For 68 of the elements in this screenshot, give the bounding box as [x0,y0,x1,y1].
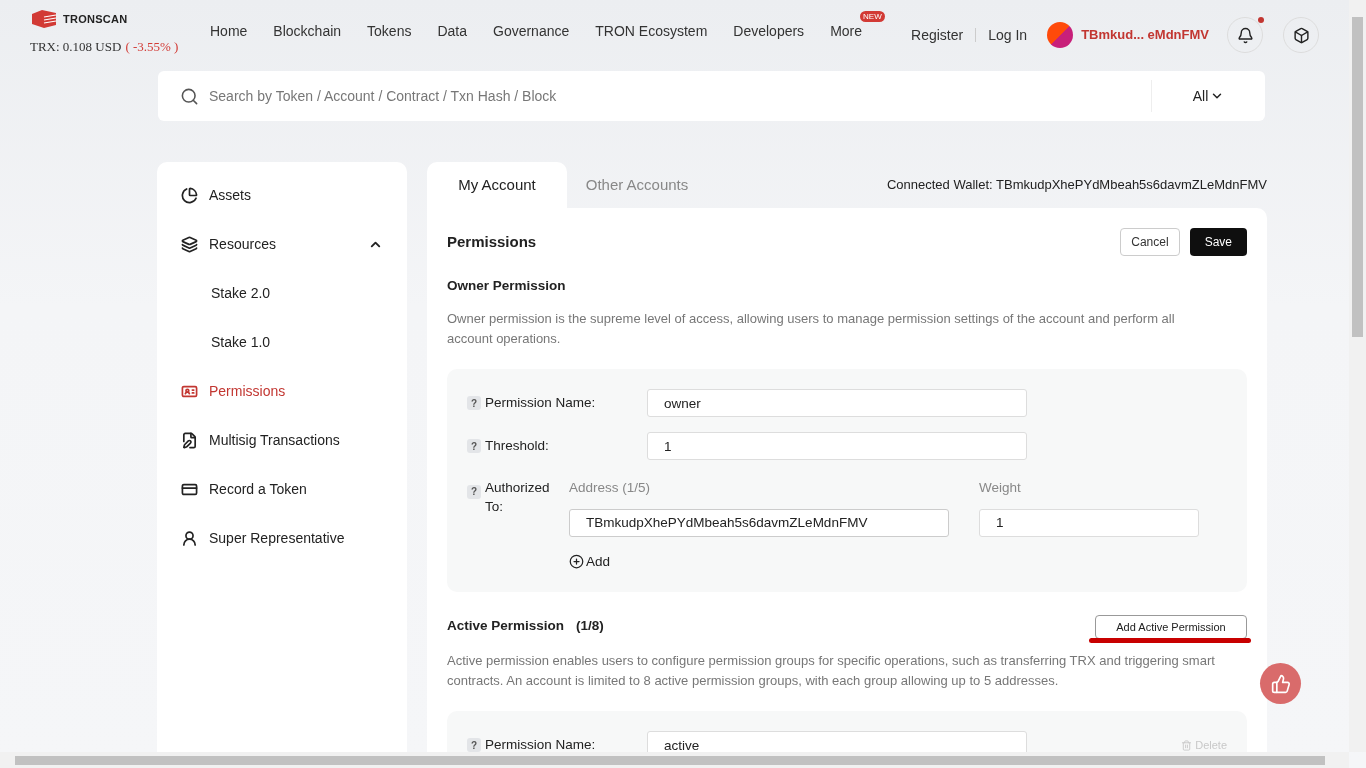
field-label: Permission Name: [485,735,596,752]
weight-field[interactable]: 1 [979,508,1199,537]
price-change: ( -3.55% ) [125,38,179,56]
field-label: Threshold: [485,437,549,456]
threshold-field[interactable]: 1 [647,432,1027,461]
sidebar-item[interactable]: Multisig Transactions [181,422,383,458]
sidebar-icon [181,235,198,253]
filter-dropdown[interactable]: All [1152,85,1265,107]
section-heading: Active Permission [447,617,565,636]
trx-price: TRX: 0.108 USD [30,38,122,56]
save-button[interactable]: Save [1189,228,1247,256]
thumbs-icon [1270,673,1291,694]
brand-name[interactable]: TRONSCAN [63,10,128,28]
search-field[interactable]: Search by Token / Account / Contract / Txn Hash / Block [209,85,1151,107]
vertical-scrollbar[interactable] [1349,0,1366,752]
login-link[interactable]: Log In [988,24,1028,46]
nav-link[interactable]: Tokens [367,21,412,42]
new-badge: NEW [860,11,885,22]
sidebar-subitem[interactable]: Stake 2.0 [181,275,383,311]
account-name[interactable]: TBmkud... eMdnFMV [1081,25,1209,45]
sidebar-icon [181,431,198,449]
bell-icon [1236,26,1254,44]
connected-wallet: Connected Wallet: TBmkudpXhePYdMbeah5s6davmZLeMdnFMV [886,175,1267,194]
sidebar-item[interactable]: Record a Token [181,471,383,507]
trash-icon [1181,739,1193,751]
cube-icon [1292,26,1310,44]
nav-link[interactable]: Developers [733,21,805,42]
sidebar-subitem[interactable]: Stake 1.0 [181,324,383,360]
section-description: Owner permission is the supreme level of access, allowing users to manage permission settings of the account and perform all account operations. [447,310,1176,349]
sidebar-item[interactable]: Resources [181,226,383,262]
column-header: Address (1/5) [569,479,652,498]
add-address-button[interactable]: Add [569,551,611,572]
section-heading: Owner Permission [447,277,567,295]
search-bar[interactable]: Search by Token / Account / Contract / Txn Hash / Block All [158,71,1265,121]
field-label: Authorized To: [485,479,551,517]
page-title: Permissions [447,231,537,252]
permission-name-field[interactable]: active [647,731,1027,752]
sidebar-item[interactable]: Super Representative [181,520,383,556]
permission-count: (1/8) [576,617,604,636]
help-icon[interactable]: ? [467,484,481,499]
help-icon[interactable]: ? [467,396,481,411]
horizontal-scrollbar[interactable] [0,752,1349,768]
nav-link[interactable]: Home [210,21,248,42]
logo-icon[interactable] [30,9,57,29]
add-active-permission-button[interactable]: Add Active Permission [1095,615,1247,639]
sidebar-icon [181,529,198,547]
sidebar-item[interactable]: Assets [181,177,383,213]
nav-link[interactable]: More [830,21,863,42]
feedback-button[interactable] [1260,663,1301,704]
search-icon [180,86,199,106]
account-tab[interactable]: My Account [427,162,567,208]
section-description: Active permission enables users to configure permission groups for specific operations, such as transferring TRX and triggering smart contracts. An account is limited to 8 active permission groups, with each group allowing up to 5 addresses. [447,652,1216,690]
address-field[interactable]: TBmkudpXhePYdMbeah5s6davmZLeMdnFMV [569,508,949,537]
field-label: Permission Name: [485,394,596,413]
help-icon[interactable]: ? [467,439,481,454]
cancel-button[interactable]: Cancel [1120,228,1180,256]
sidebar-icon [181,186,198,204]
permission-name-field[interactable]: owner [647,389,1027,418]
nav-link[interactable]: Blockchain [273,21,342,42]
column-header: Weight [979,479,1021,498]
nav-link[interactable]: TRON Ecosystem [595,21,708,42]
plus-icon [569,554,584,570]
nav-link[interactable]: Governance [493,21,570,42]
avatar-icon[interactable] [1047,22,1074,48]
sidebar-item[interactable]: Permissions [181,373,383,409]
help-icon[interactable]: ? [467,738,481,752]
nav-link[interactable]: Data [437,21,467,42]
register-link[interactable]: Register [911,24,964,46]
